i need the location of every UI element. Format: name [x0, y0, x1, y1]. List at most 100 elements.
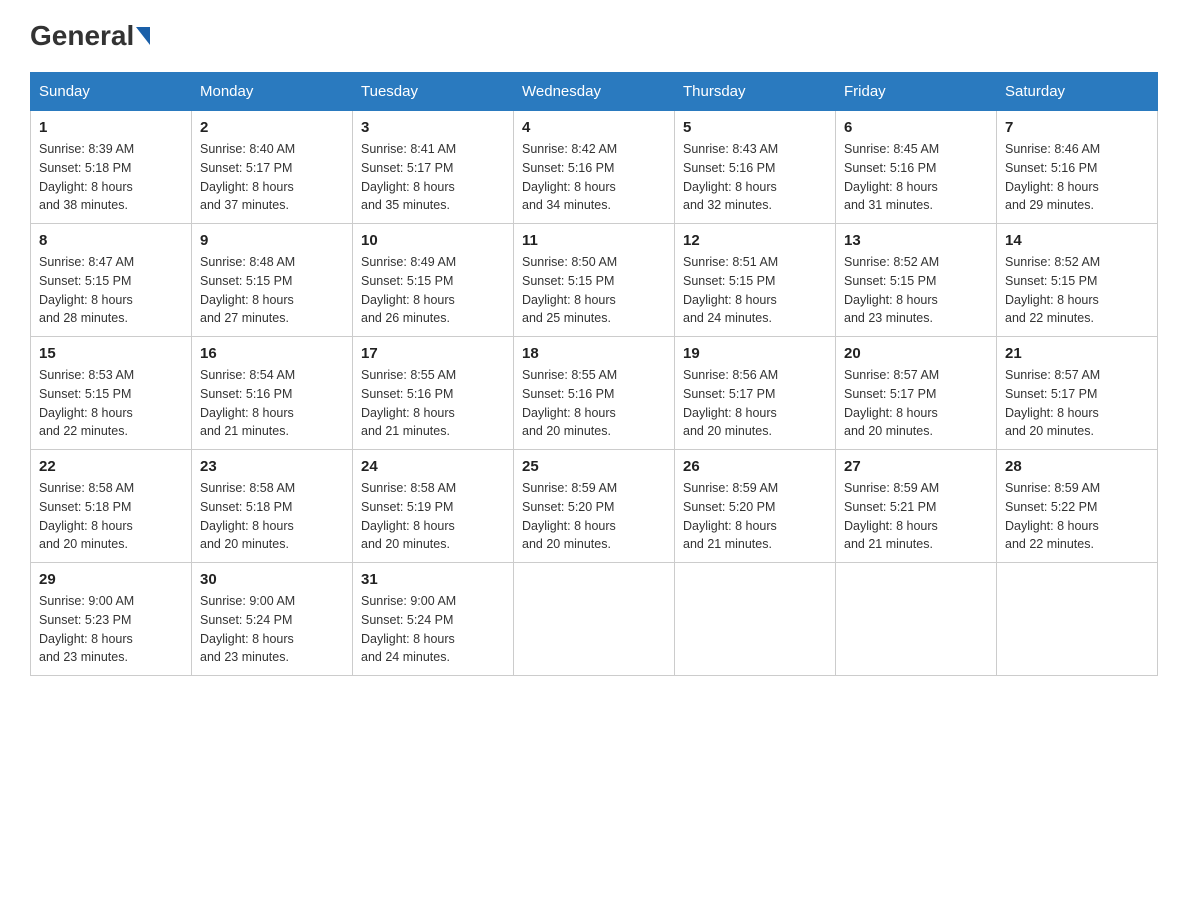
calendar-cell: 27 Sunrise: 8:59 AMSunset: 5:21 PMDayligh…	[836, 450, 997, 563]
day-info: Sunrise: 8:56 AMSunset: 5:17 PMDaylight:…	[683, 366, 827, 441]
day-number: 8	[39, 232, 183, 249]
day-number: 22	[39, 458, 183, 475]
day-number: 9	[200, 232, 344, 249]
day-number: 13	[844, 232, 988, 249]
day-number: 28	[1005, 458, 1149, 475]
day-number: 15	[39, 345, 183, 362]
calendar-cell: 2 Sunrise: 8:40 AMSunset: 5:17 PMDaylight…	[192, 111, 353, 224]
logo-arrow-icon	[136, 27, 150, 45]
calendar-cell: 8 Sunrise: 8:47 AMSunset: 5:15 PMDaylight…	[31, 224, 192, 337]
day-info: Sunrise: 8:58 AMSunset: 5:18 PMDaylight:…	[39, 479, 183, 554]
day-number: 18	[522, 345, 666, 362]
calendar-cell: 7 Sunrise: 8:46 AMSunset: 5:16 PMDaylight…	[997, 111, 1158, 224]
column-header-saturday: Saturday	[997, 73, 1158, 111]
calendar-cell: 16 Sunrise: 8:54 AMSunset: 5:16 PMDayligh…	[192, 337, 353, 450]
day-number: 21	[1005, 345, 1149, 362]
calendar-cell: 18 Sunrise: 8:55 AMSunset: 5:16 PMDayligh…	[514, 337, 675, 450]
day-info: Sunrise: 8:55 AMSunset: 5:16 PMDaylight:…	[522, 366, 666, 441]
calendar-week-row: 15 Sunrise: 8:53 AMSunset: 5:15 PMDayligh…	[31, 337, 1158, 450]
day-number: 6	[844, 119, 988, 136]
calendar-cell: 17 Sunrise: 8:55 AMSunset: 5:16 PMDayligh…	[353, 337, 514, 450]
day-number: 11	[522, 232, 666, 249]
column-header-friday: Friday	[836, 73, 997, 111]
day-info: Sunrise: 8:57 AMSunset: 5:17 PMDaylight:…	[1005, 366, 1149, 441]
calendar-cell: 5 Sunrise: 8:43 AMSunset: 5:16 PMDaylight…	[675, 111, 836, 224]
day-info: Sunrise: 8:41 AMSunset: 5:17 PMDaylight:…	[361, 140, 505, 215]
calendar-cell: 28 Sunrise: 8:59 AMSunset: 5:22 PMDayligh…	[997, 450, 1158, 563]
calendar-cell: 26Sunrise: 8:59 AMSunset: 5:20 PMDayligh…	[675, 450, 836, 563]
day-number: 23	[200, 458, 344, 475]
day-number: 12	[683, 232, 827, 249]
logo-general-text: General	[30, 20, 134, 52]
calendar-cell: 15 Sunrise: 8:53 AMSunset: 5:15 PMDayligh…	[31, 337, 192, 450]
day-number: 5	[683, 119, 827, 136]
day-info: Sunrise: 8:49 AMSunset: 5:15 PMDaylight:…	[361, 253, 505, 328]
day-number: 7	[1005, 119, 1149, 136]
calendar-week-row: 1Sunrise: 8:39 AMSunset: 5:18 PMDaylight…	[31, 111, 1158, 224]
calendar-cell: 29 Sunrise: 9:00 AMSunset: 5:23 PMDayligh…	[31, 563, 192, 676]
calendar-cell: 19 Sunrise: 8:56 AMSunset: 5:17 PMDayligh…	[675, 337, 836, 450]
day-number: 31	[361, 571, 505, 588]
column-header-tuesday: Tuesday	[353, 73, 514, 111]
calendar-cell: 31 Sunrise: 9:00 AMSunset: 5:24 PMDayligh…	[353, 563, 514, 676]
day-info: Sunrise: 8:46 AMSunset: 5:16 PMDaylight:…	[1005, 140, 1149, 215]
day-info: Sunrise: 8:55 AMSunset: 5:16 PMDaylight:…	[361, 366, 505, 441]
calendar-cell: 9 Sunrise: 8:48 AMSunset: 5:15 PMDaylight…	[192, 224, 353, 337]
calendar-cell	[675, 563, 836, 676]
day-info: Sunrise: 8:40 AMSunset: 5:17 PMDaylight:…	[200, 140, 344, 215]
day-number: 30	[200, 571, 344, 588]
calendar-cell	[836, 563, 997, 676]
day-number: 14	[1005, 232, 1149, 249]
day-info: Sunrise: 8:42 AMSunset: 5:16 PMDaylight:…	[522, 140, 666, 215]
calendar-cell	[997, 563, 1158, 676]
calendar-header-row: SundayMondayTuesdayWednesdayThursdayFrid…	[31, 73, 1158, 111]
calendar-cell: 3Sunrise: 8:41 AMSunset: 5:17 PMDaylight…	[353, 111, 514, 224]
day-number: 17	[361, 345, 505, 362]
calendar-cell: 4 Sunrise: 8:42 AMSunset: 5:16 PMDaylight…	[514, 111, 675, 224]
day-number: 29	[39, 571, 183, 588]
day-info: Sunrise: 8:58 AMSunset: 5:18 PMDaylight:…	[200, 479, 344, 554]
day-number: 20	[844, 345, 988, 362]
calendar-week-row: 8 Sunrise: 8:47 AMSunset: 5:15 PMDaylight…	[31, 224, 1158, 337]
day-number: 4	[522, 119, 666, 136]
calendar-cell: 10 Sunrise: 8:49 AMSunset: 5:15 PMDayligh…	[353, 224, 514, 337]
calendar-cell: 20 Sunrise: 8:57 AMSunset: 5:17 PMDayligh…	[836, 337, 997, 450]
calendar-cell: 24Sunrise: 8:58 AMSunset: 5:19 PMDayligh…	[353, 450, 514, 563]
day-info: Sunrise: 9:00 AMSunset: 5:24 PMDaylight:…	[361, 592, 505, 667]
day-info: Sunrise: 8:59 AMSunset: 5:22 PMDaylight:…	[1005, 479, 1149, 554]
column-header-sunday: Sunday	[31, 73, 192, 111]
day-number: 1	[39, 119, 183, 136]
calendar-cell: 22 Sunrise: 8:58 AMSunset: 5:18 PMDayligh…	[31, 450, 192, 563]
calendar-week-row: 22 Sunrise: 8:58 AMSunset: 5:18 PMDayligh…	[31, 450, 1158, 563]
day-number: 19	[683, 345, 827, 362]
column-header-monday: Monday	[192, 73, 353, 111]
calendar-cell	[514, 563, 675, 676]
day-number: 10	[361, 232, 505, 249]
calendar-cell: 30 Sunrise: 9:00 AMSunset: 5:24 PMDayligh…	[192, 563, 353, 676]
day-info: Sunrise: 8:52 AMSunset: 5:15 PMDaylight:…	[1005, 253, 1149, 328]
day-info: Sunrise: 8:53 AMSunset: 5:15 PMDaylight:…	[39, 366, 183, 441]
calendar-cell: 13Sunrise: 8:52 AMSunset: 5:15 PMDayligh…	[836, 224, 997, 337]
day-number: 16	[200, 345, 344, 362]
day-info: Sunrise: 8:58 AMSunset: 5:19 PMDaylight:…	[361, 479, 505, 554]
day-info: Sunrise: 8:50 AMSunset: 5:15 PMDaylight:…	[522, 253, 666, 328]
page-header: General	[30, 20, 1158, 52]
calendar-cell: 12 Sunrise: 8:51 AMSunset: 5:15 PMDayligh…	[675, 224, 836, 337]
day-info: Sunrise: 8:54 AMSunset: 5:16 PMDaylight:…	[200, 366, 344, 441]
day-number: 27	[844, 458, 988, 475]
day-info: Sunrise: 9:00 AMSunset: 5:24 PMDaylight:…	[200, 592, 344, 667]
day-info: Sunrise: 8:59 AMSunset: 5:21 PMDaylight:…	[844, 479, 988, 554]
day-number: 2	[200, 119, 344, 136]
calendar-cell: 23 Sunrise: 8:58 AMSunset: 5:18 PMDayligh…	[192, 450, 353, 563]
day-info: Sunrise: 8:59 AMSunset: 5:20 PMDaylight:…	[683, 479, 827, 554]
day-info: Sunrise: 8:47 AMSunset: 5:15 PMDaylight:…	[39, 253, 183, 328]
day-info: Sunrise: 8:48 AMSunset: 5:15 PMDaylight:…	[200, 253, 344, 328]
calendar-cell: 14 Sunrise: 8:52 AMSunset: 5:15 PMDayligh…	[997, 224, 1158, 337]
logo: General	[30, 20, 152, 52]
day-info: Sunrise: 8:51 AMSunset: 5:15 PMDaylight:…	[683, 253, 827, 328]
day-info: Sunrise: 9:00 AMSunset: 5:23 PMDaylight:…	[39, 592, 183, 667]
calendar-cell: 6Sunrise: 8:45 AMSunset: 5:16 PMDaylight…	[836, 111, 997, 224]
day-info: Sunrise: 8:57 AMSunset: 5:17 PMDaylight:…	[844, 366, 988, 441]
day-info: Sunrise: 8:43 AMSunset: 5:16 PMDaylight:…	[683, 140, 827, 215]
column-header-thursday: Thursday	[675, 73, 836, 111]
